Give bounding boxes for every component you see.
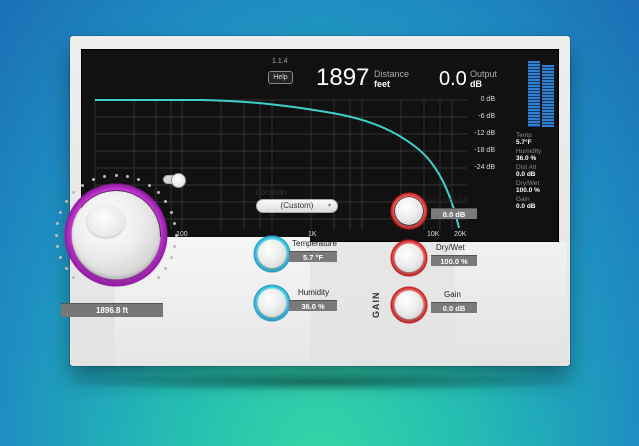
distance-field[interactable]: 1896.8 ft bbox=[61, 303, 163, 317]
mode-toggle[interactable] bbox=[163, 173, 186, 188]
knob-scale-dot bbox=[54, 233, 58, 237]
readout-label: Dist Att bbox=[516, 164, 537, 171]
readout-value: 5.7°F bbox=[516, 139, 532, 146]
knob-scale-dot bbox=[72, 191, 76, 195]
temperature-label: Temperature bbox=[292, 239, 337, 248]
db-tick: 0 dB bbox=[480, 96, 495, 103]
freq-tick: 20K bbox=[454, 231, 467, 238]
readout-label: Humidity bbox=[516, 148, 542, 155]
humidity-label: Humidity bbox=[298, 288, 330, 297]
distance-readout: 1897 bbox=[316, 64, 370, 91]
temperature-knob[interactable] bbox=[258, 240, 286, 268]
knob-scale-dot bbox=[72, 275, 76, 279]
db-tick: -18 dB bbox=[474, 147, 495, 154]
location-select[interactable]: (Custom) ▾ bbox=[256, 199, 338, 213]
knob-scale-dot bbox=[55, 221, 59, 225]
knob-scale-dot bbox=[59, 210, 63, 214]
help-button[interactable]: Help bbox=[268, 71, 293, 84]
drywet-value[interactable]: 100.0 % bbox=[431, 255, 477, 266]
knob-scale-dot bbox=[102, 174, 106, 178]
location-value: (Custom) bbox=[280, 201, 314, 210]
knob-scale-dot bbox=[174, 233, 178, 237]
knob-scale-dot bbox=[114, 173, 118, 177]
meter-bar-left bbox=[528, 61, 540, 127]
readout-label: Gain bbox=[516, 196, 530, 203]
distance-unit: feet bbox=[374, 79, 391, 89]
knob-scale-dot bbox=[55, 245, 59, 249]
output-unit: dB bbox=[470, 79, 482, 89]
version-label: 1.1.4 bbox=[272, 58, 288, 65]
output-meter bbox=[526, 57, 556, 127]
location-label: Location bbox=[256, 188, 287, 197]
distance-att-value[interactable]: 0.0 dB bbox=[431, 208, 477, 219]
knob-scale-dot bbox=[91, 178, 95, 182]
knob-scale-dot bbox=[126, 174, 130, 178]
output-readout: 0.0 bbox=[439, 68, 467, 90]
drywet-knob[interactable] bbox=[395, 244, 423, 272]
parameter-readouts: Temp 5.7°F Humidity 36.0 % Dist Att 0.0 … bbox=[516, 132, 558, 212]
gain-value[interactable]: 0.0 dB bbox=[431, 302, 477, 313]
db-tick: -24 dB bbox=[474, 164, 495, 171]
knob-scale-dot bbox=[81, 183, 85, 187]
distance-att-label: Distance Att bbox=[425, 196, 468, 205]
readout-label: Temp bbox=[516, 132, 532, 139]
distance-caption: Distance bbox=[374, 69, 410, 79]
readout-value: 0.0 dB bbox=[516, 171, 536, 178]
output-caption: Output bbox=[470, 69, 498, 79]
plugin-window: 1.1.4 Help 1897 Distance feet 0.0 Output… bbox=[54, 36, 570, 366]
readout-value: 0.0 dB bbox=[516, 203, 536, 210]
knob-scale-dot bbox=[169, 210, 173, 214]
gain-section-label: GAIN bbox=[371, 291, 381, 319]
knob-scale-dot bbox=[64, 266, 68, 270]
readout-label: Dry/Wet bbox=[516, 180, 540, 187]
freq-tick: 10K bbox=[427, 231, 440, 238]
temperature-value[interactable]: 5.7 °F bbox=[289, 251, 337, 262]
knob-scale-dot bbox=[64, 200, 68, 204]
knob-scale-dot bbox=[59, 256, 63, 260]
readout-value: 100.0 % bbox=[516, 187, 540, 194]
gain-knob[interactable] bbox=[395, 291, 423, 319]
meter-bar-right bbox=[542, 65, 554, 127]
humidity-value[interactable]: 36.0 % bbox=[289, 300, 337, 311]
distance-knob[interactable] bbox=[72, 191, 160, 279]
humidity-knob[interactable] bbox=[258, 289, 286, 317]
knob-scale-dot bbox=[156, 191, 160, 195]
gain-label: Gain bbox=[444, 290, 461, 299]
chevron-down-icon: ▾ bbox=[327, 203, 331, 209]
floor-shadow bbox=[60, 372, 580, 392]
drywet-label: Dry/Wet bbox=[436, 243, 465, 252]
knob-scale-dot bbox=[147, 183, 151, 187]
readout-value: 36.0 % bbox=[516, 155, 537, 162]
db-tick: -12 dB bbox=[474, 130, 495, 137]
distance-att-knob[interactable] bbox=[395, 197, 423, 225]
knob-scale-dot bbox=[156, 275, 160, 279]
db-tick: -6 dB bbox=[478, 113, 495, 120]
distance-knob-cap bbox=[87, 205, 125, 237]
